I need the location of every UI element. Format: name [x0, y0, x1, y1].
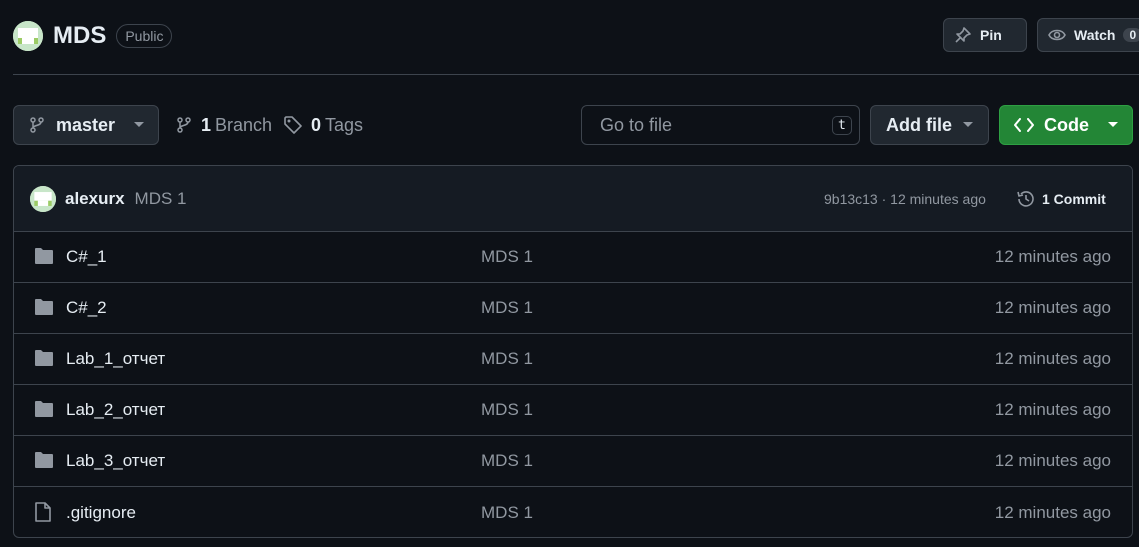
file-commit-message[interactable]: MDS 1 [481, 400, 533, 420]
code-button[interactable]: Code [999, 105, 1133, 145]
chevron-down-icon [134, 122, 144, 127]
file-icon [35, 502, 51, 522]
shortcut-hint: t [832, 115, 852, 135]
file-row[interactable]: Lab_1_отчет MDS 1 12 minutes ago [14, 334, 1132, 385]
file-age: 12 minutes ago [994, 349, 1111, 368]
commit-count: 1 Commit [1042, 190, 1106, 207]
chevron-down-icon [1108, 122, 1118, 127]
file-age: 12 minutes ago [994, 247, 1111, 266]
branch-label: Branch [215, 114, 273, 135]
file-age: 12 minutes ago [994, 502, 1111, 522]
file-commit-message[interactable]: MDS 1 [481, 247, 533, 267]
folder-icon [35, 248, 53, 264]
file-listing: alexurx MDS 1 9b13c13 · 12 minutes ago 1… [13, 165, 1133, 538]
file-age: 12 minutes ago [994, 451, 1111, 470]
branch-name: master [56, 114, 116, 135]
pin-button[interactable]: Pin [943, 18, 1027, 52]
latest-commit: alexurx MDS 1 9b13c13 · 12 minutes ago 1… [14, 166, 1132, 232]
file-row[interactable]: C#_1 MDS 1 12 minutes ago [14, 232, 1132, 283]
folder-icon [35, 401, 53, 417]
file-commit-message[interactable]: MDS 1 [481, 503, 533, 523]
file-name[interactable]: .gitignore [66, 503, 136, 523]
file-name[interactable]: C#_1 [66, 247, 107, 267]
visibility-badge: Public [116, 24, 173, 48]
author-avatar[interactable] [30, 185, 56, 212]
owner-avatar[interactable] [13, 21, 43, 51]
file-commit-message[interactable]: MDS 1 [481, 349, 533, 369]
branch-icon [177, 117, 191, 133]
chevron-down-icon [963, 122, 973, 127]
code-label: Code [1044, 114, 1089, 135]
file-name[interactable]: Lab_1_отчет [66, 349, 165, 369]
folder-icon [35, 299, 53, 315]
branch-icon [30, 117, 44, 133]
file-name[interactable]: C#_2 [66, 298, 107, 318]
add-file-label: Add file [886, 114, 952, 135]
file-age: 12 minutes ago [994, 400, 1111, 419]
file-age: 12 minutes ago [994, 298, 1111, 317]
pin-icon [955, 27, 971, 43]
branch-selector[interactable]: master [13, 105, 159, 145]
commit-hash-time[interactable]: 9b13c13 · 12 minutes ago [824, 191, 986, 207]
commit-message[interactable]: MDS 1 [135, 189, 187, 209]
file-commit-message[interactable]: MDS 1 [481, 298, 533, 318]
commit-history-link[interactable]: 1 Commit [1016, 189, 1106, 209]
file-row[interactable]: Lab_2_отчет MDS 1 12 minutes ago [14, 385, 1132, 436]
pin-label: Pin [980, 27, 1002, 43]
commit-author[interactable]: alexurx [65, 189, 125, 209]
file-row[interactable]: C#_2 MDS 1 12 minutes ago [14, 283, 1132, 334]
code-icon [1014, 118, 1034, 132]
tags-link[interactable]: 0 Tags [283, 105, 363, 145]
add-file-button[interactable]: Add file [870, 105, 989, 145]
file-name[interactable]: Lab_2_отчет [66, 400, 165, 420]
folder-icon [35, 452, 53, 468]
watch-label: Watch [1074, 27, 1116, 43]
header-divider [13, 74, 1139, 75]
tag-label: Tags [325, 114, 364, 135]
tag-count: 0 [311, 114, 322, 135]
folder-icon [35, 350, 53, 366]
branch-count: 1 [201, 114, 212, 135]
eye-icon [1048, 29, 1066, 41]
watch-count: 0 [1123, 28, 1139, 42]
go-to-file-search[interactable]: t [581, 105, 860, 145]
branches-link[interactable]: 1 Branch [175, 105, 272, 145]
repo-header: MDS Public Pin Watch 0 [13, 18, 1139, 54]
file-commit-message[interactable]: MDS 1 [481, 451, 533, 471]
watch-button[interactable]: Watch 0 [1037, 18, 1139, 52]
file-row[interactable]: .gitignore MDS 1 12 minutes ago [14, 487, 1132, 537]
history-icon [1017, 190, 1034, 207]
repo-name[interactable]: MDS [53, 22, 106, 50]
file-name[interactable]: Lab_3_отчет [66, 451, 165, 471]
go-to-file-input[interactable] [600, 114, 832, 136]
file-row[interactable]: Lab_3_отчет MDS 1 12 minutes ago [14, 436, 1132, 487]
tag-icon [284, 116, 302, 134]
